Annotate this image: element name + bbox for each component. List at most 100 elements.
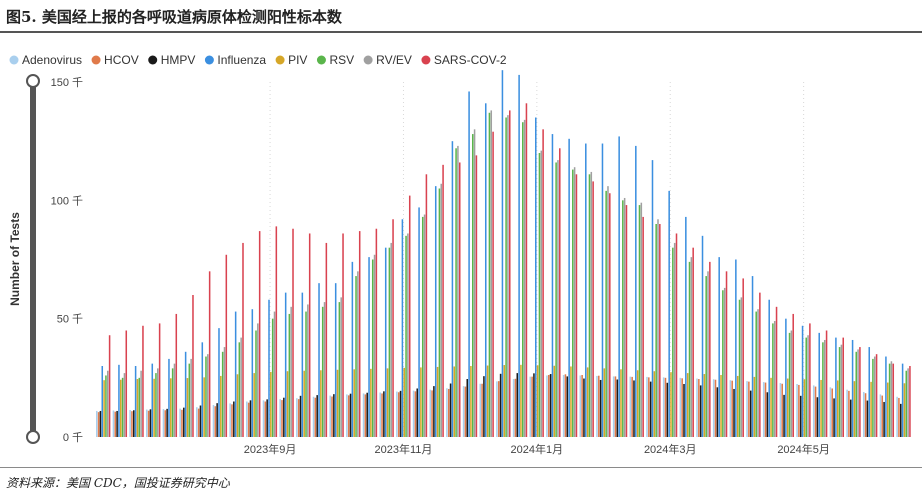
- bar-rv-ev[interactable]: [423, 214, 426, 437]
- bar-adenovirus[interactable]: [412, 390, 415, 437]
- bar-hcov[interactable]: [581, 374, 583, 437]
- bar-hcov[interactable]: [131, 411, 133, 437]
- bar-rsv[interactable]: [688, 261, 691, 437]
- bar-hcov[interactable]: [97, 412, 100, 437]
- bar-piv[interactable]: [753, 376, 756, 437]
- bar-piv[interactable]: [903, 383, 906, 437]
- bar-hmpv[interactable]: [649, 381, 652, 437]
- bar-rv-ev[interactable]: [757, 309, 759, 437]
- bar-hmpv[interactable]: [366, 392, 368, 437]
- bar-hmpv[interactable]: [883, 401, 885, 437]
- bar-rsv[interactable]: [238, 342, 241, 437]
- bar-sars-cov-2[interactable]: [875, 354, 878, 437]
- bar-rsv[interactable]: [221, 351, 224, 437]
- bar-piv[interactable]: [770, 377, 772, 437]
- bar-piv[interactable]: [153, 378, 155, 437]
- bar-sars-cov-2[interactable]: [592, 181, 594, 437]
- bar-sars-cov-2[interactable]: [759, 292, 761, 437]
- bar-influenza[interactable]: [868, 347, 871, 437]
- bar-adenovirus[interactable]: [812, 385, 815, 437]
- bar-influenza[interactable]: [218, 328, 220, 437]
- bar-rv-ev[interactable]: [690, 257, 693, 437]
- bar-piv[interactable]: [220, 375, 222, 437]
- bar-piv[interactable]: [286, 371, 289, 437]
- bar-piv[interactable]: [370, 368, 372, 437]
- bar-sars-cov-2[interactable]: [225, 254, 228, 437]
- bar-hmpv[interactable]: [266, 399, 268, 437]
- bar-piv[interactable]: [570, 366, 572, 437]
- bar-hcov[interactable]: [481, 383, 483, 437]
- bar-rsv[interactable]: [888, 363, 891, 437]
- bar-rv-ev[interactable]: [723, 287, 726, 437]
- bar-rv-ev[interactable]: [590, 171, 593, 437]
- bar-hcov[interactable]: [181, 409, 183, 437]
- legend-label-rv-ev[interactable]: RV/EV: [376, 53, 412, 67]
- legend-marker-rsv[interactable]: [316, 55, 326, 65]
- bar-hmpv[interactable]: [633, 380, 635, 437]
- bar-sars-cov-2[interactable]: [125, 330, 128, 438]
- bar-hcov[interactable]: [264, 401, 267, 438]
- bar-rsv[interactable]: [138, 377, 141, 437]
- bar-hmpv[interactable]: [116, 410, 118, 437]
- bar-influenza[interactable]: [434, 186, 437, 437]
- bar-hcov[interactable]: [881, 395, 884, 437]
- bar-hcov[interactable]: [464, 386, 467, 437]
- bar-hmpv[interactable]: [233, 401, 235, 438]
- bar-hmpv[interactable]: [866, 400, 869, 437]
- bar-piv[interactable]: [336, 369, 339, 437]
- bar-rsv[interactable]: [738, 299, 741, 437]
- bar-influenza[interactable]: [568, 138, 570, 438]
- bar-sars-cov-2[interactable]: [659, 224, 661, 437]
- bar-influenza[interactable]: [484, 103, 487, 438]
- bar-adenovirus[interactable]: [746, 381, 748, 437]
- bar-adenovirus[interactable]: [162, 409, 165, 437]
- bar-rsv[interactable]: [255, 330, 257, 438]
- bar-hmpv[interactable]: [533, 373, 535, 437]
- bar-sars-cov-2[interactable]: [892, 363, 895, 437]
- bar-piv[interactable]: [120, 379, 122, 437]
- bar-influenza[interactable]: [334, 283, 337, 437]
- bar-hcov[interactable]: [381, 393, 383, 437]
- bar-sars-cov-2[interactable]: [842, 337, 844, 437]
- bar-rsv[interactable]: [905, 370, 908, 437]
- bar-influenza[interactable]: [384, 247, 387, 437]
- bar-adenovirus[interactable]: [896, 396, 898, 437]
- bar-sars-cov-2[interactable]: [825, 330, 828, 438]
- bar-sars-cov-2[interactable]: [258, 231, 261, 437]
- bar-rv-ev[interactable]: [657, 219, 659, 437]
- bar-adenovirus[interactable]: [246, 401, 248, 438]
- bar-rv-ev[interactable]: [323, 302, 326, 437]
- bar-hcov[interactable]: [814, 386, 817, 437]
- bar-rv-ev[interactable]: [173, 363, 176, 437]
- bar-rsv[interactable]: [805, 337, 807, 437]
- bar-hcov[interactable]: [748, 381, 750, 437]
- bar-influenza[interactable]: [851, 339, 854, 437]
- bar-rv-ev[interactable]: [507, 115, 509, 437]
- bar-rv-ev[interactable]: [123, 373, 126, 437]
- bar-influenza[interactable]: [251, 309, 254, 437]
- bar-adenovirus[interactable]: [512, 379, 515, 437]
- bar-rsv[interactable]: [271, 318, 274, 437]
- bar-hmpv[interactable]: [199, 405, 202, 437]
- bar-hcov[interactable]: [831, 388, 833, 437]
- bar-adenovirus[interactable]: [112, 410, 115, 437]
- bar-piv[interactable]: [736, 375, 739, 437]
- bar-rv-ev[interactable]: [857, 349, 859, 437]
- bar-rv-ev[interactable]: [207, 354, 209, 437]
- bar-sars-cov-2[interactable]: [242, 242, 244, 437]
- bar-piv[interactable]: [353, 369, 355, 437]
- bar-rv-ev[interactable]: [407, 233, 409, 437]
- bar-hmpv[interactable]: [216, 403, 218, 437]
- bar-adenovirus[interactable]: [596, 375, 598, 437]
- bar-piv[interactable]: [870, 381, 872, 437]
- bar-rv-ev[interactable]: [140, 370, 142, 437]
- bar-adenovirus[interactable]: [796, 383, 798, 437]
- bar-rv-ev[interactable]: [573, 167, 576, 437]
- legend-marker-hcov[interactable]: [91, 55, 101, 65]
- bar-hcov[interactable]: [114, 411, 117, 437]
- bar-influenza[interactable]: [318, 283, 320, 437]
- bar-hmpv[interactable]: [299, 395, 302, 437]
- bar-sars-cov-2[interactable]: [425, 174, 428, 438]
- bar-rv-ev[interactable]: [557, 160, 559, 437]
- bar-sars-cov-2[interactable]: [158, 323, 161, 437]
